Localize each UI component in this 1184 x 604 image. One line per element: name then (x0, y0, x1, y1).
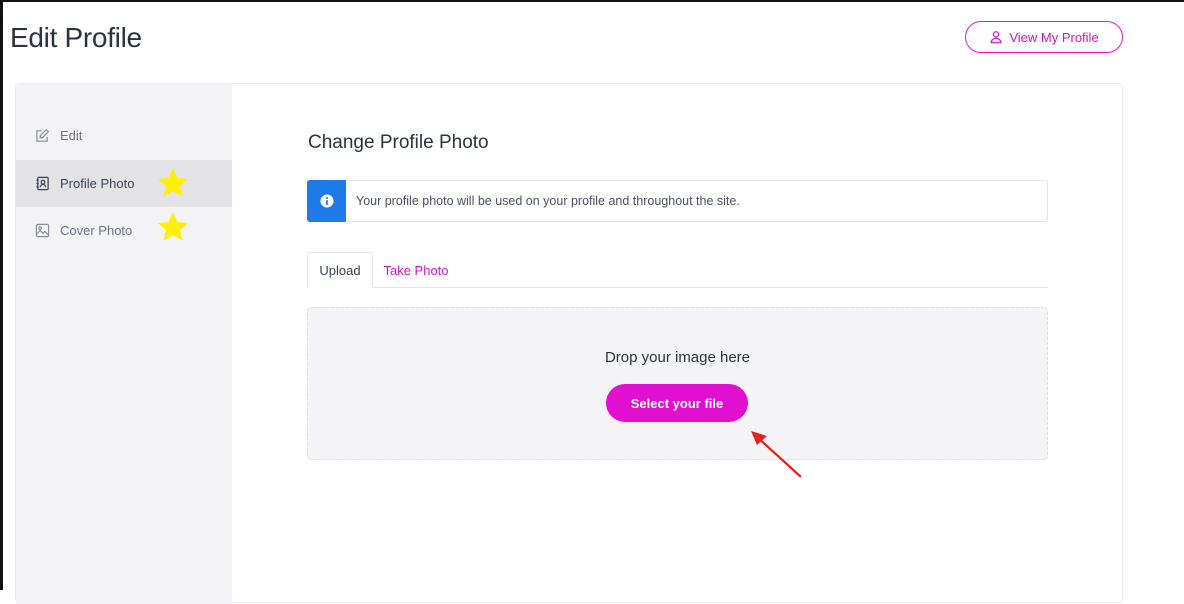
image-icon (35, 223, 50, 238)
info-icon (319, 193, 334, 208)
image-dropzone[interactable]: Drop your image here Select your file (307, 307, 1048, 460)
arrow-annotation-icon (751, 431, 802, 478)
edit-icon (36, 128, 50, 142)
page-title: Edit Profile (10, 22, 142, 53)
sidebar: Edit Profile Photo Cover Photo (16, 84, 232, 604)
window-border-left (0, 0, 3, 590)
dropzone-prompt: Drop your image here (604, 349, 751, 366)
info-text: Your profile photo will be used on your … (356, 194, 740, 208)
window-border-top (0, 0, 1184, 2)
star-annotation-icon (157, 212, 189, 241)
user-icon (990, 31, 1002, 44)
section-title: Change Profile Photo (308, 132, 489, 153)
star-annotation-icon (157, 168, 189, 197)
info-alert: Your profile photo will be used on your … (307, 179, 1048, 222)
view-my-profile-button[interactable]: View My Profile (965, 21, 1123, 53)
select-file-button[interactable]: Select your file (606, 384, 748, 422)
info-icon-box (307, 179, 346, 222)
sidebar-item-cover-photo[interactable]: Cover Photo (16, 207, 232, 254)
tab-take-photo[interactable]: Take Photo (373, 252, 459, 288)
tab-upload[interactable]: Upload (307, 252, 373, 288)
sidebar-item-profile-photo[interactable]: Profile Photo (16, 160, 232, 207)
photo-source-tabs: Upload Take Photo (307, 252, 1048, 288)
sidebar-item-label: Cover Photo (60, 223, 133, 238)
view-my-profile-label: View My Profile (1009, 29, 1099, 45)
contact-card-icon (36, 176, 49, 191)
sidebar-item-label: Profile Photo (60, 176, 135, 191)
sidebar-item-edit[interactable]: Edit (16, 112, 232, 159)
sidebar-item-label: Edit (60, 128, 83, 143)
